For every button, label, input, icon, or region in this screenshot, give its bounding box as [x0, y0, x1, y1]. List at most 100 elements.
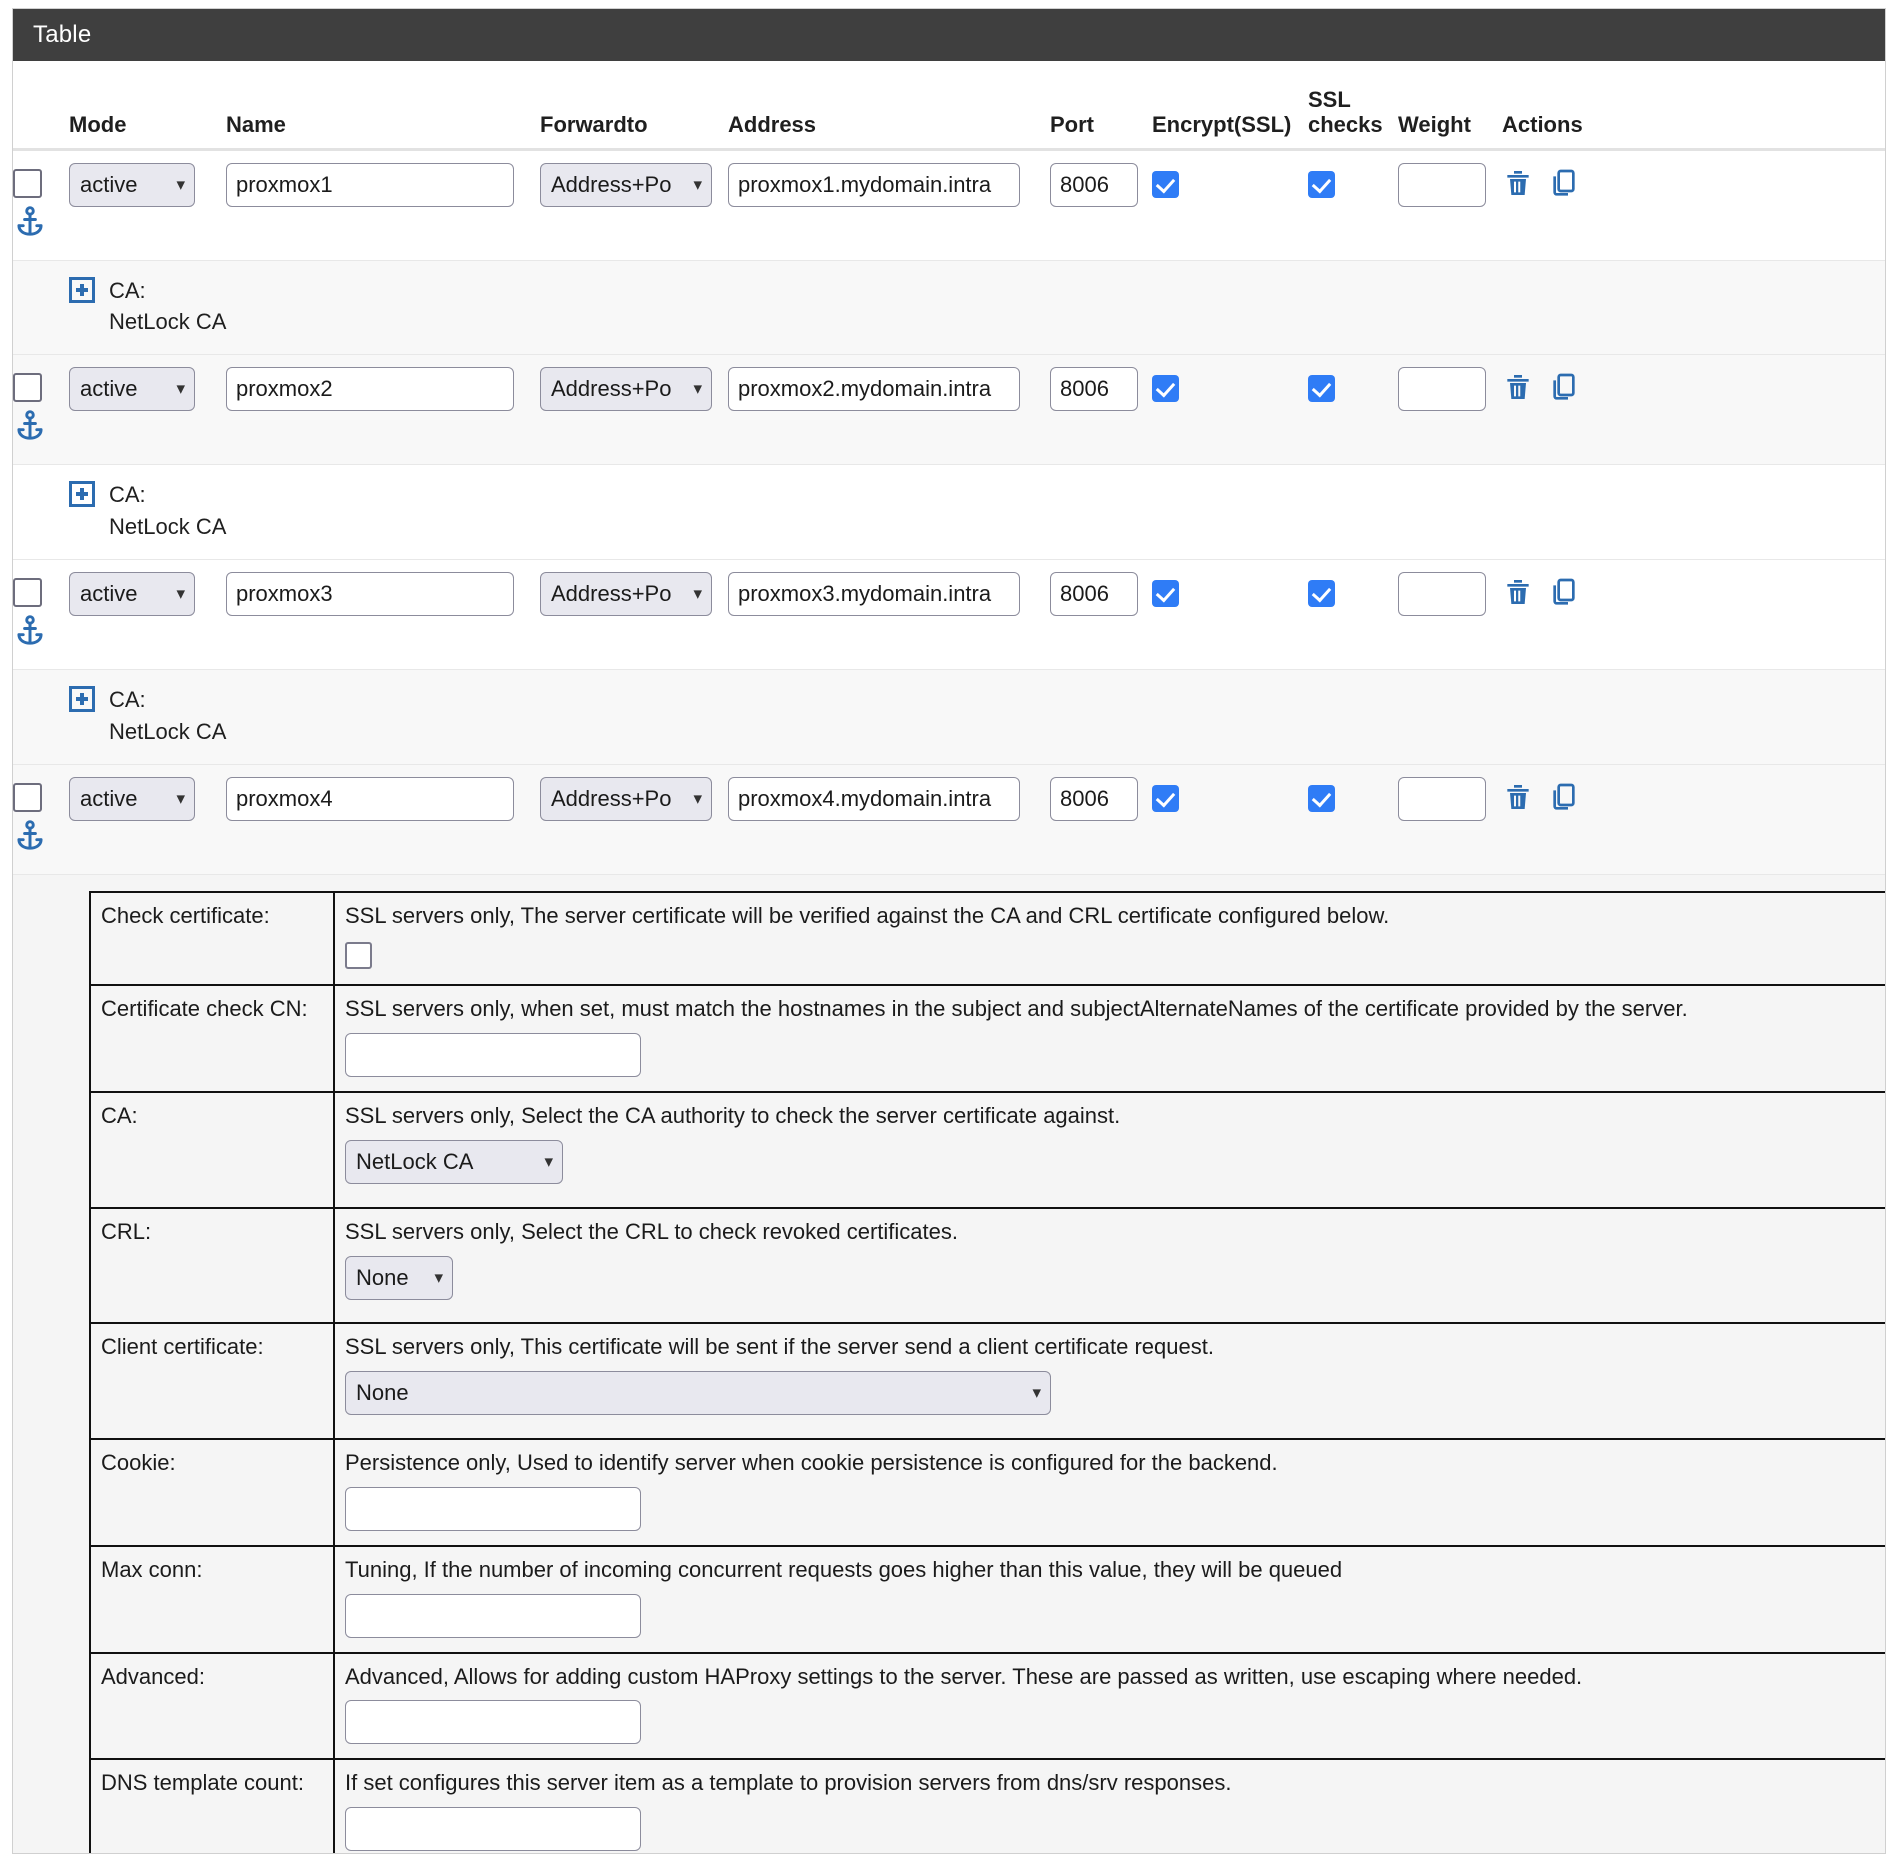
header-port[interactable]: Port: [1050, 61, 1152, 149]
detail-control: [345, 1700, 1885, 1744]
detail-label: CRL:: [90, 1208, 334, 1324]
port-input[interactable]: [1050, 367, 1138, 411]
port-input[interactable]: [1050, 163, 1138, 207]
row-address-cell: [728, 355, 1050, 465]
anchor-icon[interactable]: [13, 613, 69, 653]
detail-row-crl: CRL: SSL servers only, Select the CRL to…: [90, 1208, 1885, 1324]
encrypt-ssl-checkbox[interactable]: [1152, 580, 1179, 607]
detail-help-text: Advanced, Allows for adding custom HAPro…: [345, 1662, 1885, 1693]
header-forwardto[interactable]: Forwardto: [540, 61, 728, 149]
header-encrypt-ssl[interactable]: Encrypt(SSL): [1152, 61, 1308, 149]
ca-expand-row: CA: NetLock CA: [13, 670, 1885, 765]
forwardto-select-value: Address+Po: [540, 777, 712, 821]
crl-select-value: None: [345, 1256, 453, 1300]
name-input[interactable]: [226, 367, 514, 411]
forwardto-select[interactable]: Address+Po ▾: [540, 367, 712, 411]
ssl-checks-checkbox[interactable]: [1308, 580, 1335, 607]
row-sslcheck-cell: [1308, 149, 1398, 260]
anchor-icon[interactable]: [13, 818, 69, 858]
row-forwardto-cell: Address+Po ▾: [540, 560, 728, 670]
encrypt-ssl-checkbox[interactable]: [1152, 375, 1179, 402]
weight-input[interactable]: [1398, 163, 1486, 207]
header-weight[interactable]: Weight: [1398, 61, 1502, 149]
weight-input[interactable]: [1398, 777, 1486, 821]
forwardto-select[interactable]: Address+Po ▾: [540, 777, 712, 821]
ssl-checks-checkbox[interactable]: [1308, 171, 1335, 198]
trash-icon[interactable]: [1502, 781, 1534, 813]
copy-icon[interactable]: [1548, 781, 1580, 813]
copy-icon[interactable]: [1548, 576, 1580, 608]
row-forwardto-cell: Address+Po ▾: [540, 149, 728, 260]
table-scroll-viewport[interactable]: Mode Name Forwardto Address Port Encrypt…: [13, 61, 1885, 1853]
copy-icon[interactable]: [1548, 371, 1580, 403]
ssl-checks-checkbox[interactable]: [1308, 785, 1335, 812]
ca-label: CA:: [109, 687, 146, 712]
name-input[interactable]: [226, 777, 514, 821]
forwardto-select[interactable]: Address+Po ▾: [540, 572, 712, 616]
mode-select[interactable]: active ▾: [69, 367, 195, 411]
row-select-checkbox[interactable]: [13, 169, 42, 198]
copy-icon[interactable]: [1548, 167, 1580, 199]
row-select-checkbox[interactable]: [13, 783, 42, 812]
table-body: active ▾ Address+Po ▾: [13, 149, 1885, 1853]
address-input[interactable]: [728, 367, 1020, 411]
crl-select[interactable]: None ▾: [345, 1256, 453, 1300]
row-weight-cell: [1398, 764, 1502, 874]
advanced-input[interactable]: [345, 1700, 641, 1744]
address-input[interactable]: [728, 163, 1020, 207]
row-select-checkbox[interactable]: [13, 373, 42, 402]
row-name-cell: [226, 355, 540, 465]
name-input[interactable]: [226, 163, 514, 207]
port-input[interactable]: [1050, 572, 1138, 616]
plus-square-icon[interactable]: [69, 481, 95, 507]
detail-row-ca: CA: SSL servers only, Select the CA auth…: [90, 1092, 1885, 1208]
max-conn-input[interactable]: [345, 1594, 641, 1638]
anchor-icon[interactable]: [13, 408, 69, 448]
address-input[interactable]: [728, 572, 1020, 616]
address-input[interactable]: [728, 777, 1020, 821]
detail-help-text: SSL servers only, Select the CA authorit…: [345, 1101, 1885, 1132]
row-weight-cell: [1398, 560, 1502, 670]
mode-select[interactable]: active ▾: [69, 572, 195, 616]
row-forwardto-cell: Address+Po ▾: [540, 355, 728, 465]
row-mode-cell: active ▾: [69, 149, 226, 260]
header-mode[interactable]: Mode: [69, 61, 226, 149]
plus-square-icon[interactable]: [69, 686, 95, 712]
ssl-checks-checkbox[interactable]: [1308, 375, 1335, 402]
cookie-input[interactable]: [345, 1487, 641, 1531]
detail-row-advanced: Advanced: Advanced, Allows for adding cu…: [90, 1653, 1885, 1760]
client-certificate-select[interactable]: None ▾: [345, 1371, 1051, 1415]
trash-icon[interactable]: [1502, 576, 1534, 608]
weight-input[interactable]: [1398, 367, 1486, 411]
server-detail-cell: Check certificate: SSL servers only, The…: [13, 874, 1885, 1853]
certificate-check-cn-input[interactable]: [345, 1033, 641, 1077]
mode-select[interactable]: active ▾: [69, 163, 195, 207]
detail-help-text: SSL servers only, The server certificate…: [345, 901, 1885, 932]
forwardto-select[interactable]: Address+Po ▾: [540, 163, 712, 207]
row-select-checkbox[interactable]: [13, 578, 42, 607]
weight-input[interactable]: [1398, 572, 1486, 616]
encrypt-ssl-checkbox[interactable]: [1152, 785, 1179, 812]
port-input[interactable]: [1050, 777, 1138, 821]
detail-row-client-certificate: Client certificate: SSL servers only, Th…: [90, 1323, 1885, 1439]
trash-icon[interactable]: [1502, 371, 1534, 403]
plus-square-icon[interactable]: [69, 277, 95, 303]
encrypt-ssl-checkbox[interactable]: [1152, 171, 1179, 198]
anchor-icon[interactable]: [13, 204, 69, 244]
detail-row-certificate-check-cn: Certificate check CN: SSL servers only, …: [90, 985, 1885, 1092]
name-input[interactable]: [226, 572, 514, 616]
ca-select[interactable]: NetLock CA ▾: [345, 1140, 563, 1184]
mode-select[interactable]: active ▾: [69, 777, 195, 821]
header-ssl-checks[interactable]: SSL checks: [1308, 61, 1398, 149]
ca-value: NetLock CA: [109, 511, 226, 543]
header-address[interactable]: Address: [728, 61, 1050, 149]
trash-icon[interactable]: [1502, 167, 1534, 199]
detail-row-max-conn: Max conn: Tuning, If the number of incom…: [90, 1546, 1885, 1653]
row-mode-cell: active ▾: [69, 560, 226, 670]
check-certificate-checkbox[interactable]: [345, 942, 372, 969]
dns-template-count-input[interactable]: [345, 1807, 641, 1851]
forwardto-select-value: Address+Po: [540, 163, 712, 207]
detail-label: CA:: [90, 1092, 334, 1208]
header-name[interactable]: Name: [226, 61, 540, 149]
table-header: Mode Name Forwardto Address Port Encrypt…: [13, 61, 1885, 149]
